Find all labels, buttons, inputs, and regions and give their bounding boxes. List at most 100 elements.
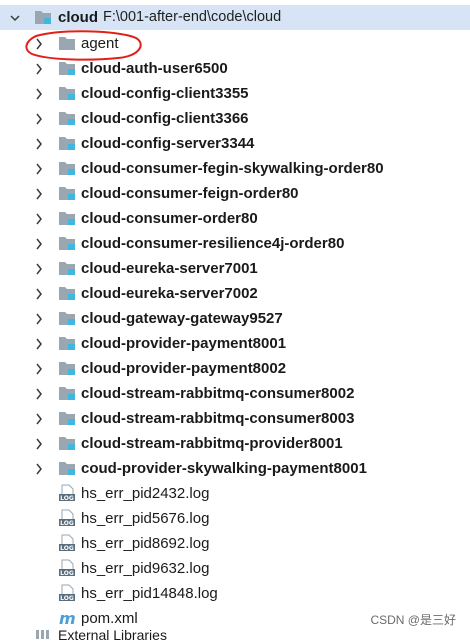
root-folder-name: cloud <box>58 9 98 26</box>
chevron-right-icon[interactable] <box>34 162 44 176</box>
file-name: hs_err_pid2432.log <box>81 485 210 502</box>
tree-folder-row[interactable]: cloud-stream-rabbitmq-provider8001 <box>0 431 470 456</box>
folder-name: cloud-consumer-resilience4j-order80 <box>81 235 345 252</box>
folder-name: cloud-config-server3344 <box>81 135 255 152</box>
folder-name: cloud-config-client3355 <box>81 85 249 102</box>
chevron-right-icon[interactable] <box>34 262 44 276</box>
file-name: hs_err_pid9632.log <box>81 560 210 577</box>
module-folder-icon <box>58 260 76 276</box>
chevron-right-icon[interactable] <box>34 87 44 101</box>
folder-name: agent <box>81 35 119 52</box>
module-folder-icon <box>58 235 76 251</box>
chevron-right-icon[interactable] <box>34 62 44 76</box>
tree-folder-row[interactable]: cloud-provider-payment8001 <box>0 331 470 356</box>
tree-folder-row[interactable]: cloud-config-client3355 <box>0 81 470 106</box>
tree-folder-row[interactable]: cloud-stream-rabbitmq-consumer8002 <box>0 381 470 406</box>
chevron-right-icon[interactable] <box>34 412 44 426</box>
tree-file-row[interactable]: LOG hs_err_pid5676.log <box>0 506 470 531</box>
csdn-watermark: CSDN @是三好 <box>370 613 456 627</box>
chevron-right-icon[interactable] <box>34 287 44 301</box>
module-folder-icon <box>58 160 76 176</box>
chevron-right-icon[interactable] <box>34 462 44 476</box>
module-folder-icon <box>58 335 76 351</box>
folder-name: cloud-consumer-feign-order80 <box>81 185 299 202</box>
folder-name: cloud-provider-payment8002 <box>81 360 287 377</box>
chevron-right-icon[interactable] <box>34 337 44 351</box>
svg-text:LOG: LOG <box>60 495 74 502</box>
file-name: hs_err_pid5676.log <box>81 510 210 527</box>
log-file-icon: LOG <box>58 534 76 552</box>
folder-name: cloud-consumer-order80 <box>81 210 258 227</box>
file-name: hs_err_pid8692.log <box>81 535 210 552</box>
chevron-right-icon[interactable] <box>34 112 44 126</box>
tree-folder-row[interactable]: cloud-eureka-server7002 <box>0 281 470 306</box>
external-libraries-label: External Libraries <box>58 630 167 641</box>
tree-folder-row[interactable]: cloud-eureka-server7001 <box>0 256 470 281</box>
module-folder-icon <box>58 185 76 201</box>
tree-folder-row[interactable]: cloud-gateway-gateway9527 <box>0 306 470 331</box>
file-name: pom.xml <box>81 610 138 627</box>
module-folder-icon <box>58 310 76 326</box>
root-folder-path: F:\001-after-end\code\cloud <box>103 9 282 25</box>
external-libraries-row[interactable]: External Libraries <box>0 630 470 641</box>
svg-text:LOG: LOG <box>60 595 74 602</box>
chevron-right-icon[interactable] <box>34 137 44 151</box>
module-folder-icon <box>58 60 76 76</box>
folder-name: cloud-auth-user6500 <box>81 60 228 77</box>
tree-folder-row[interactable]: cloud-stream-rabbitmq-consumer8003 <box>0 406 470 431</box>
tree-folder-row[interactable]: agent <box>0 31 470 56</box>
module-folder-icon <box>58 285 76 301</box>
chevron-right-icon[interactable] <box>34 237 44 251</box>
folder-name: cloud-gateway-gateway9527 <box>81 310 283 327</box>
folder-name: coud-provider-skywalking-payment8001 <box>81 460 367 477</box>
folder-name: cloud-provider-payment8001 <box>81 335 287 352</box>
svg-text:LOG: LOG <box>60 570 74 577</box>
chevron-right-icon[interactable] <box>34 187 44 201</box>
folder-name: cloud-stream-rabbitmq-consumer8003 <box>81 410 355 427</box>
tree-folder-row[interactable]: cloud-consumer-fegin-skywalking-order80 <box>0 156 470 181</box>
tree-folder-row[interactable]: coud-provider-skywalking-payment8001 <box>0 456 470 481</box>
svg-text:LOG: LOG <box>60 520 74 527</box>
tree-folder-row[interactable]: cloud-consumer-resilience4j-order80 <box>0 231 470 256</box>
folder-name: cloud-stream-rabbitmq-provider8001 <box>81 435 343 452</box>
maven-icon: m <box>58 609 76 628</box>
chevron-right-icon[interactable] <box>34 437 44 451</box>
tree-folder-row[interactable]: cloud-consumer-order80 <box>0 206 470 231</box>
tree-folder-row[interactable]: cloud-auth-user6500 <box>0 56 470 81</box>
chevron-right-icon[interactable] <box>34 37 44 51</box>
log-file-icon: LOG <box>58 559 76 577</box>
module-folder-icon <box>58 210 76 226</box>
module-folder-icon <box>58 135 76 151</box>
tree-file-row[interactable]: LOG hs_err_pid9632.log <box>0 556 470 581</box>
chevron-right-icon[interactable] <box>34 362 44 376</box>
library-icon <box>34 630 52 640</box>
log-file-icon: LOG <box>58 509 76 527</box>
chevron-right-icon[interactable] <box>34 312 44 326</box>
module-folder-icon <box>58 360 76 376</box>
tree-folder-row[interactable]: cloud-consumer-feign-order80 <box>0 181 470 206</box>
tree-file-row[interactable]: LOG hs_err_pid2432.log <box>0 481 470 506</box>
chevron-right-icon[interactable] <box>34 212 44 226</box>
tree-folder-row[interactable]: cloud-config-client3366 <box>0 106 470 131</box>
tree-file-row[interactable]: LOG hs_err_pid14848.log <box>0 581 470 606</box>
svg-text:m: m <box>59 609 76 627</box>
tree-folder-row[interactable]: cloud-provider-payment8002 <box>0 356 470 381</box>
folder-name: cloud-config-client3366 <box>81 110 249 127</box>
tree-file-row[interactable]: LOG hs_err_pid8692.log <box>0 531 470 556</box>
svg-text:LOG: LOG <box>60 545 74 552</box>
tree-root-row[interactable]: cloud F:\001-after-end\code\cloud <box>0 5 470 30</box>
folder-name: cloud-eureka-server7002 <box>81 285 258 302</box>
folder-icon <box>58 35 76 51</box>
chevron-right-icon[interactable] <box>34 387 44 401</box>
tree-folder-row[interactable]: cloud-config-server3344 <box>0 131 470 156</box>
module-folder-icon <box>58 410 76 426</box>
file-name: hs_err_pid14848.log <box>81 585 218 602</box>
log-file-icon: LOG <box>58 584 76 602</box>
module-folder-icon <box>58 110 76 126</box>
folder-name: cloud-eureka-server7001 <box>81 260 258 277</box>
module-folder-icon <box>58 385 76 401</box>
folder-name: cloud-consumer-fegin-skywalking-order80 <box>81 160 384 177</box>
folder-name: cloud-stream-rabbitmq-consumer8002 <box>81 385 355 402</box>
chevron-down-icon[interactable] <box>10 11 20 25</box>
module-folder-icon <box>34 9 52 25</box>
